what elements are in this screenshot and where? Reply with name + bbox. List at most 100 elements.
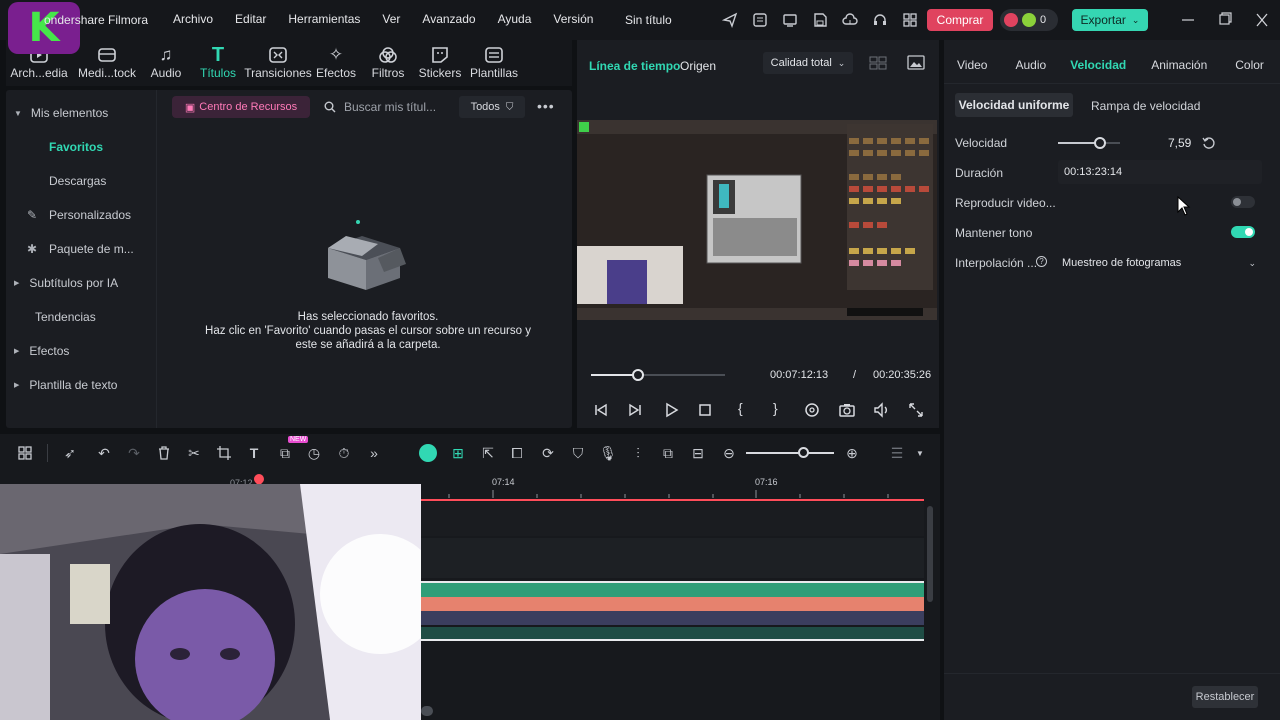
detach-icon[interactable]: ⇱ bbox=[479, 444, 497, 462]
filter-dropdown[interactable]: Todos ⛉ bbox=[459, 96, 525, 118]
snap-icon[interactable]: ⊞ bbox=[449, 444, 467, 462]
grid-view-icon[interactable] bbox=[869, 56, 887, 70]
sync-icon[interactable]: ⟳ bbox=[539, 444, 557, 462]
queue-icon[interactable] bbox=[750, 10, 770, 30]
reset-button[interactable]: Restablecer bbox=[1192, 686, 1258, 708]
mark-in-icon[interactable]: { bbox=[738, 400, 743, 416]
minimize-button[interactable] bbox=[1180, 10, 1196, 30]
speed-slider-knob[interactable] bbox=[1094, 137, 1107, 149]
tab-color[interactable]: Color bbox=[1235, 58, 1264, 72]
horizontal-scrollbar-handle[interactable] bbox=[421, 706, 433, 716]
credits-badge[interactable]: 0 bbox=[1000, 9, 1058, 31]
play-icon[interactable] bbox=[663, 402, 679, 418]
maximize-button[interactable] bbox=[1217, 10, 1233, 30]
undo-icon[interactable]: ↶ bbox=[95, 444, 113, 462]
tab-plantillas[interactable]: Plantillas bbox=[466, 40, 522, 86]
zoom-slider-track[interactable] bbox=[746, 447, 834, 458]
tab-animacion[interactable]: Animación bbox=[1151, 58, 1207, 72]
speed-value[interactable]: 7,59 bbox=[1168, 136, 1191, 150]
timer-icon[interactable]: ⏱ bbox=[335, 444, 353, 462]
audio-track-clip[interactable] bbox=[421, 581, 924, 597]
headset-icon[interactable] bbox=[870, 10, 890, 30]
reverse-toggle[interactable] bbox=[1231, 196, 1255, 208]
tab-velocidad[interactable]: Velocidad bbox=[1070, 58, 1126, 72]
tab-transiciones[interactable]: Transiciones bbox=[244, 40, 312, 86]
fullscreen-icon[interactable] bbox=[907, 401, 925, 419]
more-tools-icon[interactable]: » bbox=[365, 444, 383, 462]
search-input[interactable]: Buscar mis títul... bbox=[344, 100, 436, 114]
text-tool-icon[interactable]: T bbox=[245, 444, 263, 462]
speed-slider-track[interactable] bbox=[1058, 137, 1120, 149]
render-settings-icon[interactable] bbox=[803, 401, 821, 419]
fit-icon[interactable]: ⊟ bbox=[689, 444, 707, 462]
sidebar-item-plantilla-texto[interactable]: ▶ Plantilla de texto bbox=[14, 368, 150, 402]
reset-speed-icon[interactable] bbox=[1202, 136, 1216, 150]
interpolation-dropdown[interactable]: Muestreo de fotogramas ⌄ bbox=[1056, 251, 1262, 275]
speed-tool-icon[interactable]: ◷ bbox=[305, 444, 323, 462]
save-icon[interactable] bbox=[810, 10, 830, 30]
prev-frame-icon[interactable] bbox=[593, 402, 609, 418]
shield-icon[interactable]: ⛉ bbox=[569, 444, 587, 462]
cloud-upload-icon[interactable] bbox=[840, 10, 860, 30]
tab-source-preview[interactable]: Origen bbox=[680, 59, 716, 73]
zoom-slider-knob[interactable] bbox=[798, 447, 809, 458]
resource-center-button[interactable]: ▣ Centro de Recursos bbox=[172, 96, 310, 118]
keep-pitch-toggle[interactable] bbox=[1231, 226, 1255, 238]
layout-icon[interactable] bbox=[16, 444, 34, 462]
mixer-icon[interactable]: ⫶ bbox=[629, 444, 647, 462]
caret-down-icon[interactable]: ▼ bbox=[911, 444, 929, 462]
apps-grid-icon[interactable] bbox=[900, 10, 920, 30]
send-icon[interactable] bbox=[720, 10, 740, 30]
help-icon[interactable]: ? bbox=[1036, 256, 1047, 267]
ai-face-icon[interactable] bbox=[419, 444, 437, 462]
scissors-icon[interactable]: ✂ bbox=[185, 444, 203, 462]
crop-icon[interactable] bbox=[215, 444, 233, 462]
sidebar-item-descargas[interactable]: Descargas bbox=[14, 164, 150, 198]
video-track-clip[interactable] bbox=[421, 597, 924, 611]
menu-ayuda[interactable]: Ayuda bbox=[498, 12, 532, 26]
mark-out-icon[interactable]: } bbox=[773, 400, 778, 416]
delete-icon[interactable] bbox=[155, 444, 173, 462]
menu-editar[interactable]: Editar bbox=[235, 12, 266, 26]
sidebar-item-subtitulos-ia[interactable]: ▶ Subtítulos por IA bbox=[14, 266, 150, 300]
close-button[interactable] bbox=[1254, 10, 1270, 30]
subtab-velocidad-uniforme[interactable]: Velocidad uniforme bbox=[955, 93, 1073, 117]
sidebar-item-favoritos[interactable]: Favoritos bbox=[14, 130, 150, 164]
zoom-in-icon[interactable]: ⊕ bbox=[843, 444, 861, 462]
audio-waveform-clip[interactable] bbox=[421, 627, 924, 641]
tab-audio-props[interactable]: Audio bbox=[1015, 58, 1046, 72]
snapshot-icon[interactable] bbox=[838, 401, 856, 419]
tab-stickers[interactable]: Stickers bbox=[414, 40, 466, 86]
subtab-rampa-velocidad[interactable]: Rampa de velocidad bbox=[1091, 99, 1200, 113]
more-options-icon[interactable]: ••• bbox=[537, 99, 555, 113]
ai-tool-icon[interactable]: ⧉ bbox=[276, 444, 294, 462]
zoom-out-icon[interactable]: ⊖ bbox=[720, 444, 738, 462]
preview-progress-track[interactable] bbox=[591, 369, 725, 381]
video-thumbnails-strip[interactable] bbox=[421, 611, 924, 625]
tab-video[interactable]: Video bbox=[957, 58, 987, 72]
replace-icon[interactable]: ⧉ bbox=[659, 444, 677, 462]
menu-herramientas[interactable]: Herramientas bbox=[288, 12, 360, 26]
tab-stock-media[interactable]: Medi...tock bbox=[72, 40, 142, 86]
preview-canvas[interactable] bbox=[577, 120, 937, 320]
preview-progress-knob[interactable] bbox=[631, 369, 644, 381]
image-icon[interactable] bbox=[907, 55, 925, 70]
volume-icon[interactable] bbox=[873, 401, 891, 419]
menu-version[interactable]: Versión bbox=[553, 12, 593, 26]
search-box[interactable]: Buscar mis títul... bbox=[318, 96, 450, 118]
sidebar-item-efectos[interactable]: ▶ Efectos bbox=[14, 334, 150, 368]
stop-icon[interactable] bbox=[697, 402, 713, 418]
tab-titulos[interactable]: T Títulos bbox=[190, 40, 246, 86]
duration-field[interactable]: 00:13:23:14 bbox=[1058, 160, 1262, 184]
list-view-icon[interactable]: ☰ bbox=[888, 444, 906, 462]
redo-icon[interactable]: ↷ bbox=[125, 444, 143, 462]
vertical-scrollbar[interactable] bbox=[927, 506, 933, 602]
select-tool-icon[interactable]: ➶ bbox=[61, 444, 79, 462]
sidebar-item-tendencias[interactable]: Tendencias bbox=[14, 300, 150, 334]
tab-filtros[interactable]: Filtros bbox=[362, 40, 414, 86]
monitor-icon[interactable] bbox=[780, 10, 800, 30]
next-frame-icon[interactable] bbox=[627, 402, 643, 418]
menu-archivo[interactable]: Archivo bbox=[173, 12, 213, 26]
menu-ver[interactable]: Ver bbox=[382, 12, 400, 26]
microphone-icon[interactable]: 🎙 bbox=[599, 444, 617, 462]
